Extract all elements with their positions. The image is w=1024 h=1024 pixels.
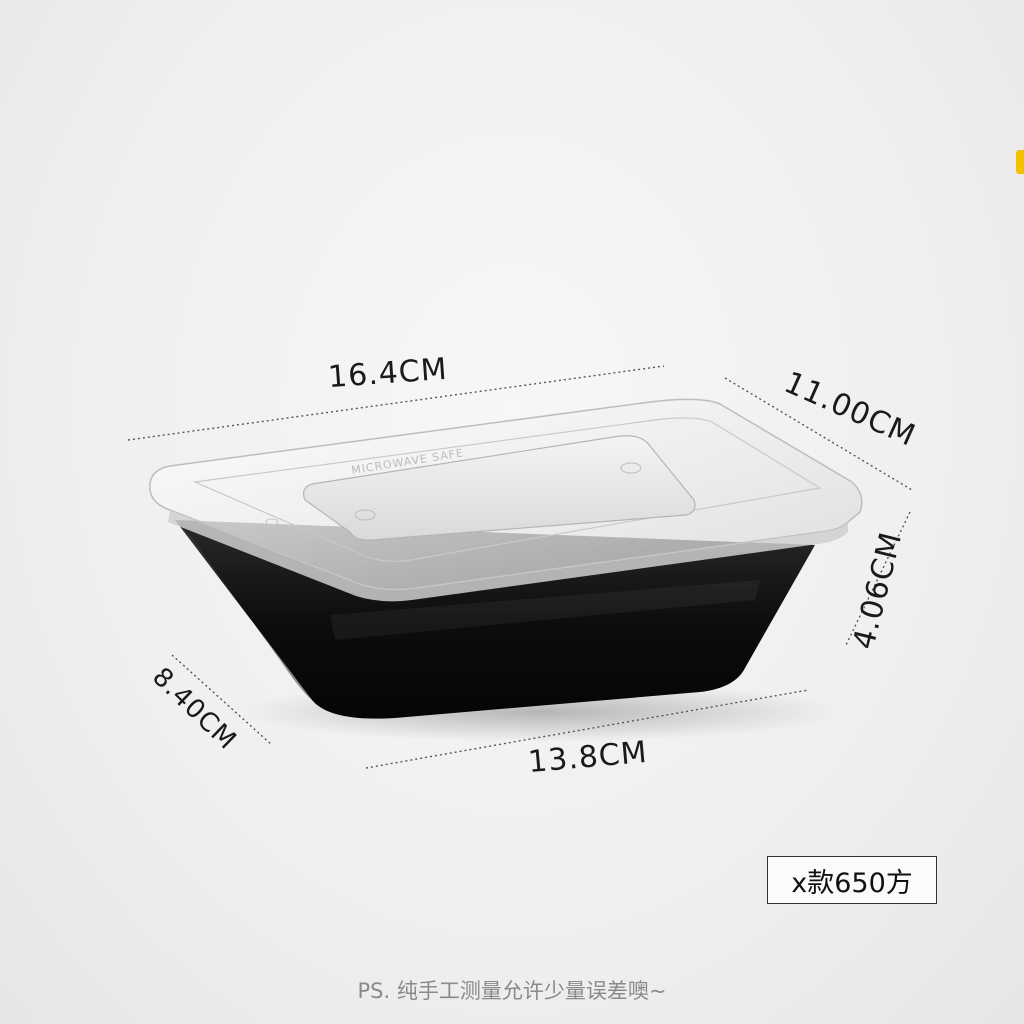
measurement-footnote: PS. 纯手工测量允许少量误差噢~ [357,979,667,1003]
model-label: x款650方 [791,867,913,899]
edge-decoration [1016,150,1024,174]
model-label-box: x款650方 [767,856,937,904]
